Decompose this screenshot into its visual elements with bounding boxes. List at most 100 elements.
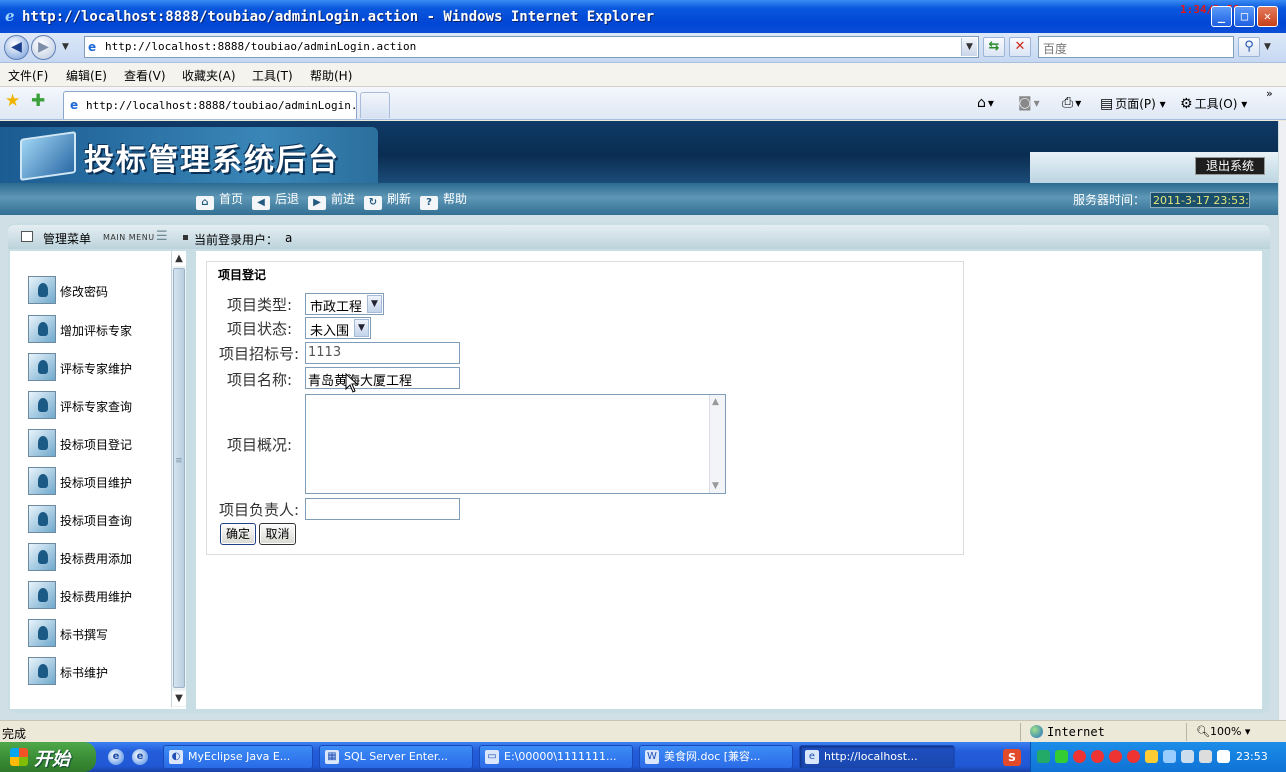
tray-misc-icon[interactable]: [1163, 750, 1176, 763]
new-tab-button[interactable]: [360, 92, 390, 118]
menu-help[interactable]: 帮助(H): [310, 67, 352, 84]
chevron-down-icon[interactable]: ▼: [367, 295, 382, 313]
task-folder[interactable]: ▭ E:\00000\1111111...: [479, 745, 633, 769]
type-value: 市政工程: [310, 300, 363, 315]
scroll-down-icon: ▼: [712, 481, 719, 491]
qq-icon[interactable]: [1127, 750, 1140, 763]
qq-icon[interactable]: [1109, 750, 1122, 763]
nav-help[interactable]: ? 帮助: [420, 190, 467, 210]
scroll-down-icon[interactable]: ▼: [172, 691, 186, 706]
arrow-left-icon: ◀: [252, 196, 270, 210]
sidebar-scrollbar[interactable]: ▲ ≡ ▼: [171, 251, 186, 707]
user-icon: [28, 429, 56, 457]
mouse-cursor-icon: [345, 373, 359, 393]
sidebar-item-expert-query[interactable]: 评标专家查询: [28, 391, 178, 421]
tab-current[interactable]: e http://localhost:8888/toubiao/adminLog…: [63, 91, 377, 119]
user-icon: [28, 353, 56, 381]
tray-misc-icon[interactable]: [1181, 750, 1194, 763]
cancel-button[interactable]: 取消: [259, 523, 296, 545]
menu-tools[interactable]: 工具(T): [252, 67, 293, 84]
overview-textarea[interactable]: ▲ ▼: [305, 394, 726, 494]
menu-favorites[interactable]: 收藏夹(A): [182, 67, 236, 84]
menu-file[interactable]: 文件(F): [8, 67, 48, 84]
quicklaunch-explorer-icon[interactable]: e: [108, 749, 124, 765]
tray-misc-icon[interactable]: [1217, 750, 1230, 763]
logout-button[interactable]: 退出系统: [1195, 157, 1265, 175]
name-label: 项目名称:: [227, 371, 293, 389]
nav-back[interactable]: ◀ 后退: [252, 190, 299, 210]
nav-forward[interactable]: ▶ 前进: [308, 190, 355, 210]
scroll-up-icon[interactable]: ▲: [172, 251, 186, 266]
sidebar-item-fee-maintain[interactable]: 投标费用维护: [28, 581, 178, 611]
maximize-button[interactable]: □: [1234, 6, 1255, 27]
favorites-star-icon[interactable]: ★: [5, 93, 20, 110]
tray-misc-icon[interactable]: [1145, 750, 1158, 763]
address-input[interactable]: e http://localhost:8888/toubiao/adminLog…: [84, 36, 979, 58]
task-word[interactable]: W 美食网.doc [兼容...: [639, 745, 793, 769]
name-input[interactable]: 青岛黄海大厦工程: [305, 367, 460, 389]
task-ie[interactable]: e http://localhost...: [799, 745, 955, 769]
minimize-button[interactable]: _: [1211, 6, 1232, 27]
page-menu[interactable]: ▤ 页面(P) ▾: [1100, 95, 1166, 112]
address-dropdown-icon[interactable]: ▼: [961, 38, 977, 56]
tools-menu[interactable]: ⚙ 工具(O) ▾: [1180, 95, 1247, 112]
tray-s-icon[interactable]: S: [1003, 749, 1021, 766]
status-value: 未入围: [310, 324, 350, 339]
forward-button[interactable]: ▶: [31, 35, 56, 60]
back-button[interactable]: ◀: [4, 35, 29, 60]
search-input[interactable]: 百度: [1038, 36, 1234, 58]
menu-edit[interactable]: 编辑(E): [66, 67, 107, 84]
sidebar-item-bid-maintain[interactable]: 标书维护: [28, 657, 178, 687]
user-icon: [28, 543, 56, 571]
status-separator: [1186, 723, 1187, 741]
nav-home[interactable]: ⌂ 首页: [196, 190, 243, 210]
owner-input[interactable]: [305, 498, 460, 520]
home-icon[interactable]: ⌂ ▾: [977, 95, 994, 111]
sidebar-item-expert-maintain[interactable]: 评标专家维护: [28, 353, 178, 383]
close-button[interactable]: ✕: [1257, 6, 1278, 27]
ok-button[interactable]: 确定: [220, 523, 256, 545]
tray-arrow-icon[interactable]: [1037, 750, 1050, 763]
search-icon[interactable]: ⚲: [1238, 37, 1260, 57]
chevron-more-icon[interactable]: »: [1266, 87, 1273, 100]
sidebar-item-fee-add[interactable]: 投标费用添加: [28, 543, 178, 573]
recent-pages-dropdown-icon[interactable]: ▼: [62, 42, 69, 52]
textarea-scrollbar[interactable]: ▲ ▼: [709, 395, 725, 493]
qq-icon[interactable]: [1073, 750, 1086, 763]
feeds-icon[interactable]: ◙ ▾: [1018, 95, 1040, 111]
menu-toggle-icon[interactable]: ☰: [156, 229, 168, 244]
tray-network-icon[interactable]: [1055, 750, 1068, 763]
page-scrollbar[interactable]: [1278, 121, 1286, 720]
project-form: 项目登记 项目类型: 市政工程 ▼ 项目状态: 未入围 ▼ 项目招标号: 111…: [206, 261, 964, 555]
quicklaunch-ie-icon[interactable]: e: [132, 749, 148, 765]
bid-no-input[interactable]: 1113: [305, 342, 460, 364]
task-sql-server[interactable]: ▦ SQL Server Enter...: [319, 745, 473, 769]
nav-strip: ⌂ 首页 ◀ 后退 ▶ 前进 ↻ 刷新 ? 帮助 服务器时间： 2011-3-17 23:…: [0, 183, 1278, 215]
sidebar-item-project-register[interactable]: 投标项目登记: [28, 429, 178, 459]
stop-icon[interactable]: ✕: [1009, 37, 1031, 57]
search-options-dropdown-icon[interactable]: ▼: [1264, 42, 1271, 52]
sidebar-item-bid-write[interactable]: 标书撰写: [28, 619, 178, 649]
type-select[interactable]: 市政工程 ▼: [305, 293, 384, 315]
print-icon[interactable]: ⎙ ▾: [1062, 95, 1081, 111]
zoom-level[interactable]: 🔍︎100% ▾: [1196, 725, 1250, 738]
security-zone[interactable]: Internet: [1030, 725, 1105, 739]
form-legend: 项目登记: [218, 268, 267, 282]
task-myeclipse[interactable]: ◐ MyEclipse Java E...: [163, 745, 313, 769]
database-icon: ▦: [325, 750, 339, 764]
sidebar-item-change-password[interactable]: 修改密码: [28, 276, 178, 306]
sidebar-item-project-query[interactable]: 投标项目查询: [28, 505, 178, 535]
refresh-icon[interactable]: ⇆: [983, 37, 1005, 57]
menu-view[interactable]: 查看(V): [124, 67, 166, 84]
status-select[interactable]: 未入围 ▼: [305, 317, 371, 339]
sidebar-item-add-expert[interactable]: 增加评标专家: [28, 315, 178, 345]
chevron-down-icon[interactable]: ▼: [354, 319, 369, 337]
start-button[interactable]: 开始: [0, 742, 96, 772]
qq-icon[interactable]: [1091, 750, 1104, 763]
scroll-thumb[interactable]: [173, 268, 185, 688]
tray-volume-icon[interactable]: [1199, 750, 1212, 763]
sidebar-item-project-maintain[interactable]: 投标项目维护: [28, 467, 178, 497]
status-text: 完成: [2, 727, 27, 741]
add-favorites-icon[interactable]: ✚: [31, 93, 45, 110]
nav-refresh[interactable]: ↻ 刷新: [364, 190, 411, 210]
